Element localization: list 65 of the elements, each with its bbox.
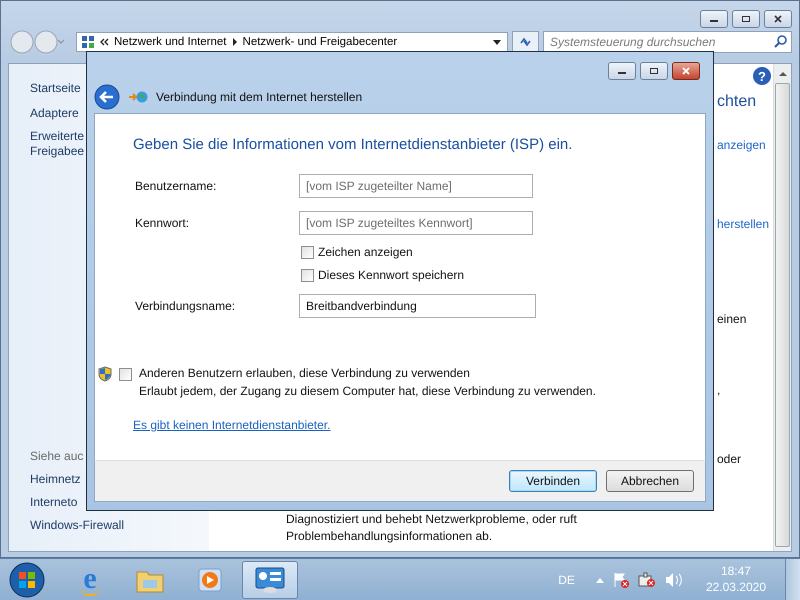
see-also-link[interactable]: Windows-Firewall	[30, 518, 209, 533]
close-button[interactable]	[672, 62, 700, 80]
checkbox-label[interactable]: Dieses Kennwort speichern	[318, 268, 464, 282]
address-bar[interactable]: Netzwerk und Internet Netzwerk- und Freigabecenter	[76, 32, 508, 52]
control-panel-taskbar-button[interactable]	[242, 560, 298, 598]
no-provider-link[interactable]: Es gibt keinen Internetdienstanbieter.	[133, 418, 330, 432]
minimize-button[interactable]	[608, 62, 636, 80]
start-button[interactable]	[8, 560, 46, 598]
dropdown-arrow-icon[interactable]	[493, 40, 501, 44]
checkbox-label[interactable]: Anderen Benutzern erlauben, diese Verbindung zu verwenden	[139, 366, 596, 380]
section-heading: chten	[717, 92, 756, 112]
breadcrumb-item[interactable]: Netzwerk- und Freigabecenter	[242, 36, 398, 48]
input-field[interactable]: Breitbandverbindung	[299, 294, 536, 318]
checkbox[interactable]	[119, 368, 132, 381]
breadcrumb-item[interactable]: Netzwerk und Internet	[114, 36, 227, 48]
overflow-chevron-icon[interactable]	[100, 38, 109, 46]
scroll-up-arrow-icon[interactable]	[778, 71, 786, 76]
close-button[interactable]	[764, 10, 792, 28]
maximize-button[interactable]	[640, 62, 668, 80]
play-icon	[196, 566, 224, 594]
globe-icon	[128, 90, 148, 104]
see-also-heading: Siehe auc	[30, 449, 84, 464]
search-icon	[774, 35, 787, 48]
task-link[interactable]: anzeigen	[717, 136, 766, 154]
description-text: Diagnostiziert und behebt Netzwerkprobleme, oder ruft Problembehandlungsinformationen ab.	[286, 511, 578, 545]
checkbox-label[interactable]: Zeichen anzeigen	[318, 245, 413, 259]
close-icon	[681, 67, 691, 75]
connect-button[interactable]: Verbinden	[509, 470, 597, 492]
checkbox[interactable]	[301, 268, 314, 282]
breadcrumb-arrow-icon[interactable]	[232, 38, 238, 46]
control-panel-icon	[81, 35, 95, 49]
back-icon[interactable]	[94, 84, 120, 110]
maximize-icon	[649, 67, 659, 75]
minimize-button[interactable]	[700, 10, 728, 28]
help-button[interactable]: ?	[753, 67, 771, 85]
input-field[interactable]: [vom ISP zugeteilter Name]	[299, 174, 533, 198]
field-label: Kennwort:	[135, 216, 190, 230]
network-icon[interactable]	[638, 572, 656, 588]
field-label: Benutzername:	[135, 179, 218, 193]
sidebar-link[interactable]: Startseite	[30, 81, 86, 96]
scrollbar[interactable]	[773, 64, 791, 551]
close-icon	[773, 15, 783, 23]
shield-icon	[98, 366, 112, 382]
refresh-button[interactable]	[512, 31, 539, 53]
input-field[interactable]: [vom ISP zugeteiltes Kennwort]	[299, 211, 533, 235]
sidebar-link[interactable]: Erweiterte Freigabee	[30, 129, 86, 159]
maximize-button[interactable]	[732, 10, 760, 28]
task-link[interactable]: herstellen	[717, 215, 770, 233]
browser-logo: e	[80, 564, 100, 596]
field-label: Verbindungsname:	[135, 299, 236, 313]
sidebar-link[interactable]: Adaptere	[30, 106, 86, 121]
show-desktop-button[interactable]	[785, 559, 800, 600]
description-text: oder	[717, 451, 742, 468]
description-text: einen	[717, 311, 746, 328]
dialog-title: Verbindung mit dem Internet herstellen	[156, 90, 362, 104]
description-text: Erlaubt jedem, der Zugang zu diesem Computer hat, diese Verbindung zu verwenden.	[139, 384, 596, 398]
search-field[interactable]: Systemsteuerung durchsuchen	[543, 31, 792, 53]
description-text: ,	[717, 382, 720, 399]
refresh-icon	[518, 36, 532, 48]
checkbox[interactable]	[301, 246, 314, 258]
maximize-icon	[741, 15, 751, 23]
flag-icon[interactable]	[612, 572, 629, 588]
cancel-button[interactable]: Abbrechen	[606, 470, 694, 492]
instruction-heading: Geben Sie die Informationen vom Internetdienstanbieter (ISP) ein.	[133, 136, 574, 154]
control-panel-icon	[254, 566, 286, 594]
